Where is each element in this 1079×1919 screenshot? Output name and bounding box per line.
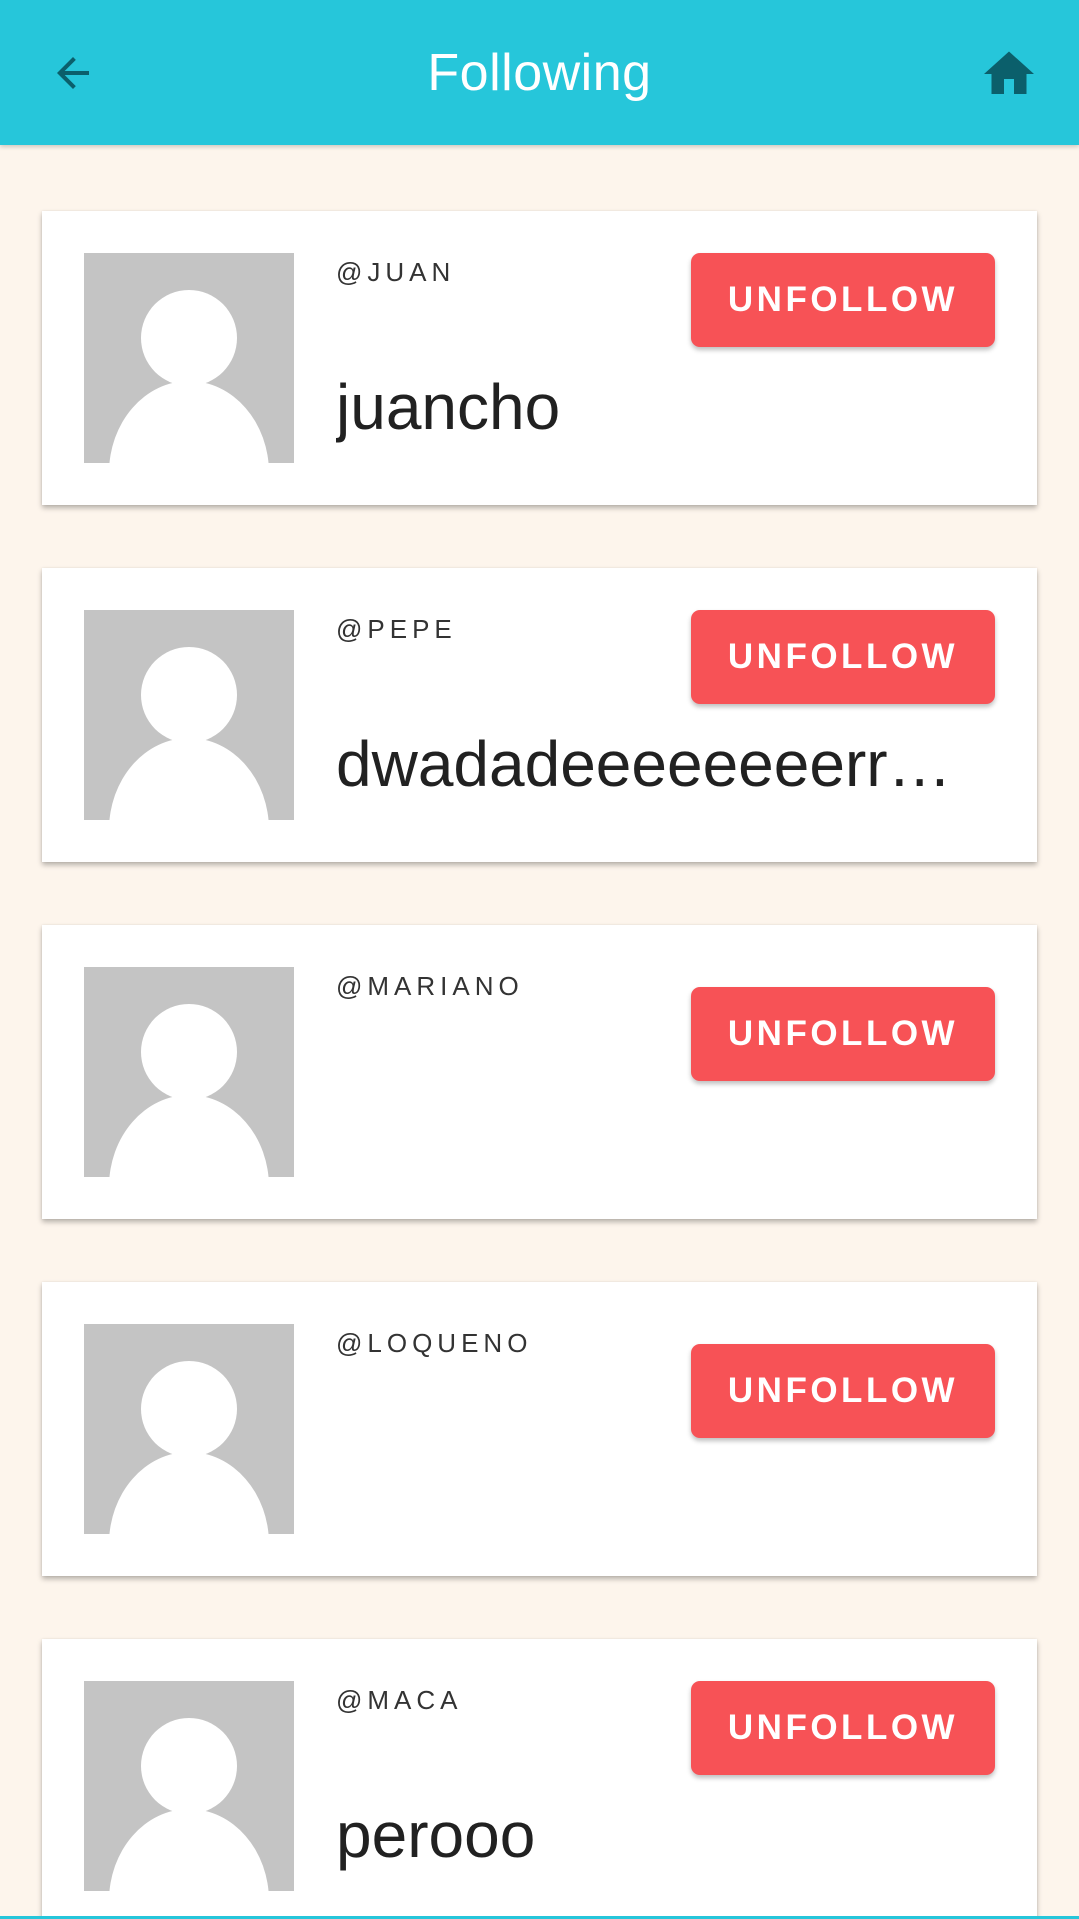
user-handle: @JUAN	[336, 257, 456, 287]
user-handle: @PEPE	[336, 614, 457, 644]
home-button[interactable]	[979, 44, 1039, 104]
user-card: @MARIANO UNFOLLOW	[42, 925, 1037, 1219]
unfollow-button[interactable]: UNFOLLOW	[691, 1344, 995, 1438]
avatar	[84, 1324, 294, 1534]
avatar	[84, 610, 294, 820]
unfollow-button[interactable]: UNFOLLOW	[691, 1681, 995, 1775]
user-handle: @MARIANO	[336, 971, 524, 1001]
home-icon	[984, 51, 1034, 94]
user-handle: @LOQUENO	[336, 1328, 533, 1358]
avatar	[84, 1681, 294, 1891]
user-display-name: perooo	[336, 1799, 536, 1871]
unfollow-button[interactable]: UNFOLLOW	[691, 987, 995, 1081]
user-card: @PEPE dwadadeeeeeeeerrer… UNFOLLOW	[42, 568, 1037, 862]
avatar	[84, 253, 294, 463]
user-handle: @MACA	[336, 1685, 463, 1715]
user-display-name: juancho	[336, 371, 561, 443]
user-card: @MACA perooo UNFOLLOW	[42, 1639, 1037, 1919]
app-bar: Following	[0, 0, 1079, 145]
following-list[interactable]: @JUAN juancho UNFOLLOW @PEPE dwadadeeeee…	[0, 145, 1079, 1919]
user-card: @LOQUENO UNFOLLOW	[42, 1282, 1037, 1576]
avatar	[84, 967, 294, 1177]
page-title: Following	[427, 44, 652, 102]
unfollow-button[interactable]: UNFOLLOW	[691, 610, 995, 704]
unfollow-button[interactable]: UNFOLLOW	[691, 253, 995, 347]
user-card: @JUAN juancho UNFOLLOW	[42, 211, 1037, 505]
user-display-name: dwadadeeeeeeeerrer…	[336, 728, 976, 800]
